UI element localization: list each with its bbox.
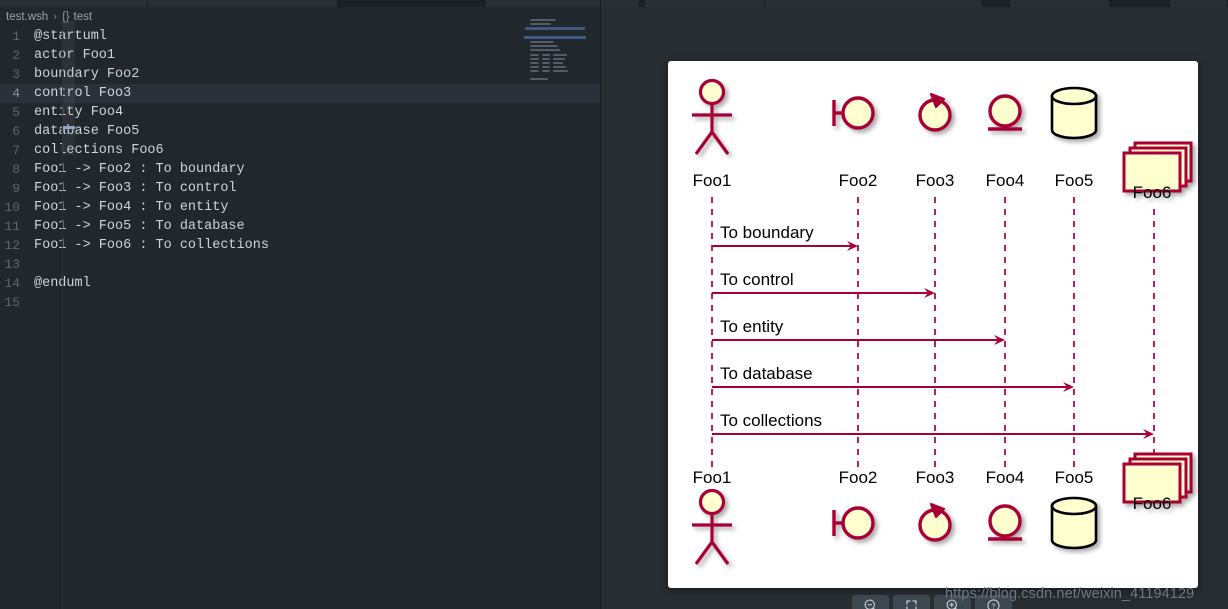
tab-segment[interactable] xyxy=(1170,0,1228,7)
actor-icon xyxy=(692,488,732,565)
participant-label-top: Foo3 xyxy=(916,171,955,190)
code-line[interactable]: 5 entity Foo4 xyxy=(0,103,600,122)
minimap[interactable] xyxy=(524,14,586,609)
minimap-slider[interactable] xyxy=(525,27,585,30)
line-number: 15 xyxy=(4,295,20,310)
code-line[interactable]: 10 Foo1 -> Foo4 : To entity xyxy=(0,198,600,217)
zoom-out-button[interactable] xyxy=(852,595,889,609)
code-line[interactable]: 4 control Foo3 xyxy=(0,84,600,103)
code-line[interactable]: 13 xyxy=(0,255,600,274)
database-icon xyxy=(1050,496,1098,550)
code-line[interactable]: 8 Foo1 -> Foo2 : To boundary xyxy=(0,160,600,179)
diagram-paper: Foo1 Foo1 Foo2 Foo2 Foo3 Foo3 Foo4 Foo4 Foo5 Foo5… xyxy=(668,61,1198,588)
line-number: 2 xyxy=(12,48,20,63)
fit-button[interactable] xyxy=(893,595,930,609)
breadcrumb[interactable]: test.wsh › {} test xyxy=(0,7,600,27)
code-lines[interactable]: 1 @startuml 2 actor Foo1 3 boundary Foo2 4 cont… xyxy=(0,27,600,609)
svg-text:Foo6: Foo6 xyxy=(1133,183,1172,202)
line-number: 11 xyxy=(4,219,20,234)
breadcrumb-separator-icon: › xyxy=(53,11,57,23)
line-text: database Foo5 xyxy=(34,124,140,139)
code-line[interactable]: 1 @startuml xyxy=(0,27,600,46)
line-number: 5 xyxy=(12,105,20,120)
tab-segment[interactable] xyxy=(148,0,338,7)
watermark-text: https://blog.csdn.net/weixin_41194129 xyxy=(945,586,1195,602)
uml-sequence-diagram: Foo1 Foo1 Foo2 Foo2 Foo3 Foo3 Foo4 Foo4 Foo5 Foo5… xyxy=(692,78,1193,565)
scrollbar-thumb[interactable] xyxy=(63,21,75,155)
entity-icon xyxy=(988,94,1022,131)
svg-text:Foo6: Foo6 xyxy=(1133,494,1172,513)
code-line[interactable]: 14 @enduml xyxy=(0,274,600,293)
line-number: 12 xyxy=(4,238,20,253)
code-line[interactable]: 2 actor Foo1 xyxy=(0,46,600,65)
line-number: 1 xyxy=(12,29,20,44)
control-icon xyxy=(918,92,952,132)
tab-segment[interactable] xyxy=(765,0,983,7)
fit-screen-icon xyxy=(906,600,917,609)
line-number: 9 xyxy=(12,181,20,196)
breadcrumb-symbol[interactable]: test xyxy=(74,11,93,23)
line-number: 4 xyxy=(12,86,20,101)
line-text: collections Foo6 xyxy=(34,143,164,158)
participant-label-top: Foo1 xyxy=(693,171,732,190)
actor-icon xyxy=(692,78,732,155)
line-number: 3 xyxy=(12,67,20,82)
line-text: boundary Foo2 xyxy=(34,67,140,82)
message-label: To boundary xyxy=(720,223,814,242)
code-line[interactable]: 15 xyxy=(0,293,600,312)
participant-label-bottom: Foo4 xyxy=(986,468,1025,487)
collections-icon: Foo6 xyxy=(1122,141,1193,202)
preview-pane[interactable]: Foo1 Foo1 Foo2 Foo2 Foo3 Foo3 Foo4 Foo4 Foo5 Foo5… xyxy=(601,7,1228,609)
vscode-window: test.wsh › {} test 1 @startuml 2 actor Foo1… xyxy=(0,0,1228,609)
message-label: To collections xyxy=(720,411,822,430)
code-line[interactable]: 3 boundary Foo2 xyxy=(0,65,600,84)
collections-icon: Foo6 xyxy=(1122,452,1193,513)
tab-segment[interactable] xyxy=(645,0,765,7)
participant-label-bottom: Foo2 xyxy=(839,468,878,487)
message-label: To entity xyxy=(720,317,784,336)
line-number: 13 xyxy=(4,257,20,272)
participant-label-top: Foo2 xyxy=(839,171,878,190)
code-editor-pane[interactable]: test.wsh › {} test 1 @startuml 2 actor Foo1… xyxy=(0,7,600,609)
boundary-icon xyxy=(832,96,875,130)
message-label: To control xyxy=(720,270,794,289)
participant-label-bottom: Foo5 xyxy=(1055,468,1094,487)
tab-segment[interactable] xyxy=(486,0,640,7)
tab-segment[interactable] xyxy=(1010,0,1110,7)
code-line[interactable]: 7 collections Foo6 xyxy=(0,141,600,160)
breadcrumb-file[interactable]: test.wsh xyxy=(6,11,48,23)
message-label: To database xyxy=(720,364,813,383)
code-line[interactable]: 11 Foo1 -> Foo5 : To database xyxy=(0,217,600,236)
line-number: 8 xyxy=(12,162,20,177)
line-text: control Foo3 xyxy=(34,86,132,101)
participant-label-bottom: Foo3 xyxy=(916,468,955,487)
entity-icon xyxy=(988,504,1022,541)
tab-segment[interactable] xyxy=(0,0,148,7)
participant-label-top: Foo4 xyxy=(986,171,1025,190)
participant-label-top: Foo5 xyxy=(1055,171,1094,190)
overview-cursor-marker xyxy=(63,126,75,129)
boundary-icon xyxy=(832,506,875,540)
code-line[interactable]: 6 database Foo5 xyxy=(0,122,600,141)
line-text: entity Foo4 xyxy=(34,105,124,120)
tab-bar-strip xyxy=(0,0,1228,7)
line-number: 7 xyxy=(12,143,20,158)
line-number: 10 xyxy=(4,200,20,215)
line-number: 14 xyxy=(4,276,20,291)
code-line[interactable]: 12 Foo1 -> Foo6 : To collections xyxy=(0,236,600,255)
zoom-out-icon xyxy=(864,599,875,609)
control-icon xyxy=(918,502,952,542)
code-line[interactable]: 9 Foo1 -> Foo3 : To control xyxy=(0,179,600,198)
database-icon xyxy=(1050,86,1098,140)
participant-label-bottom: Foo1 xyxy=(693,468,732,487)
line-number: 6 xyxy=(12,124,20,139)
minimap-active-line xyxy=(524,36,586,39)
